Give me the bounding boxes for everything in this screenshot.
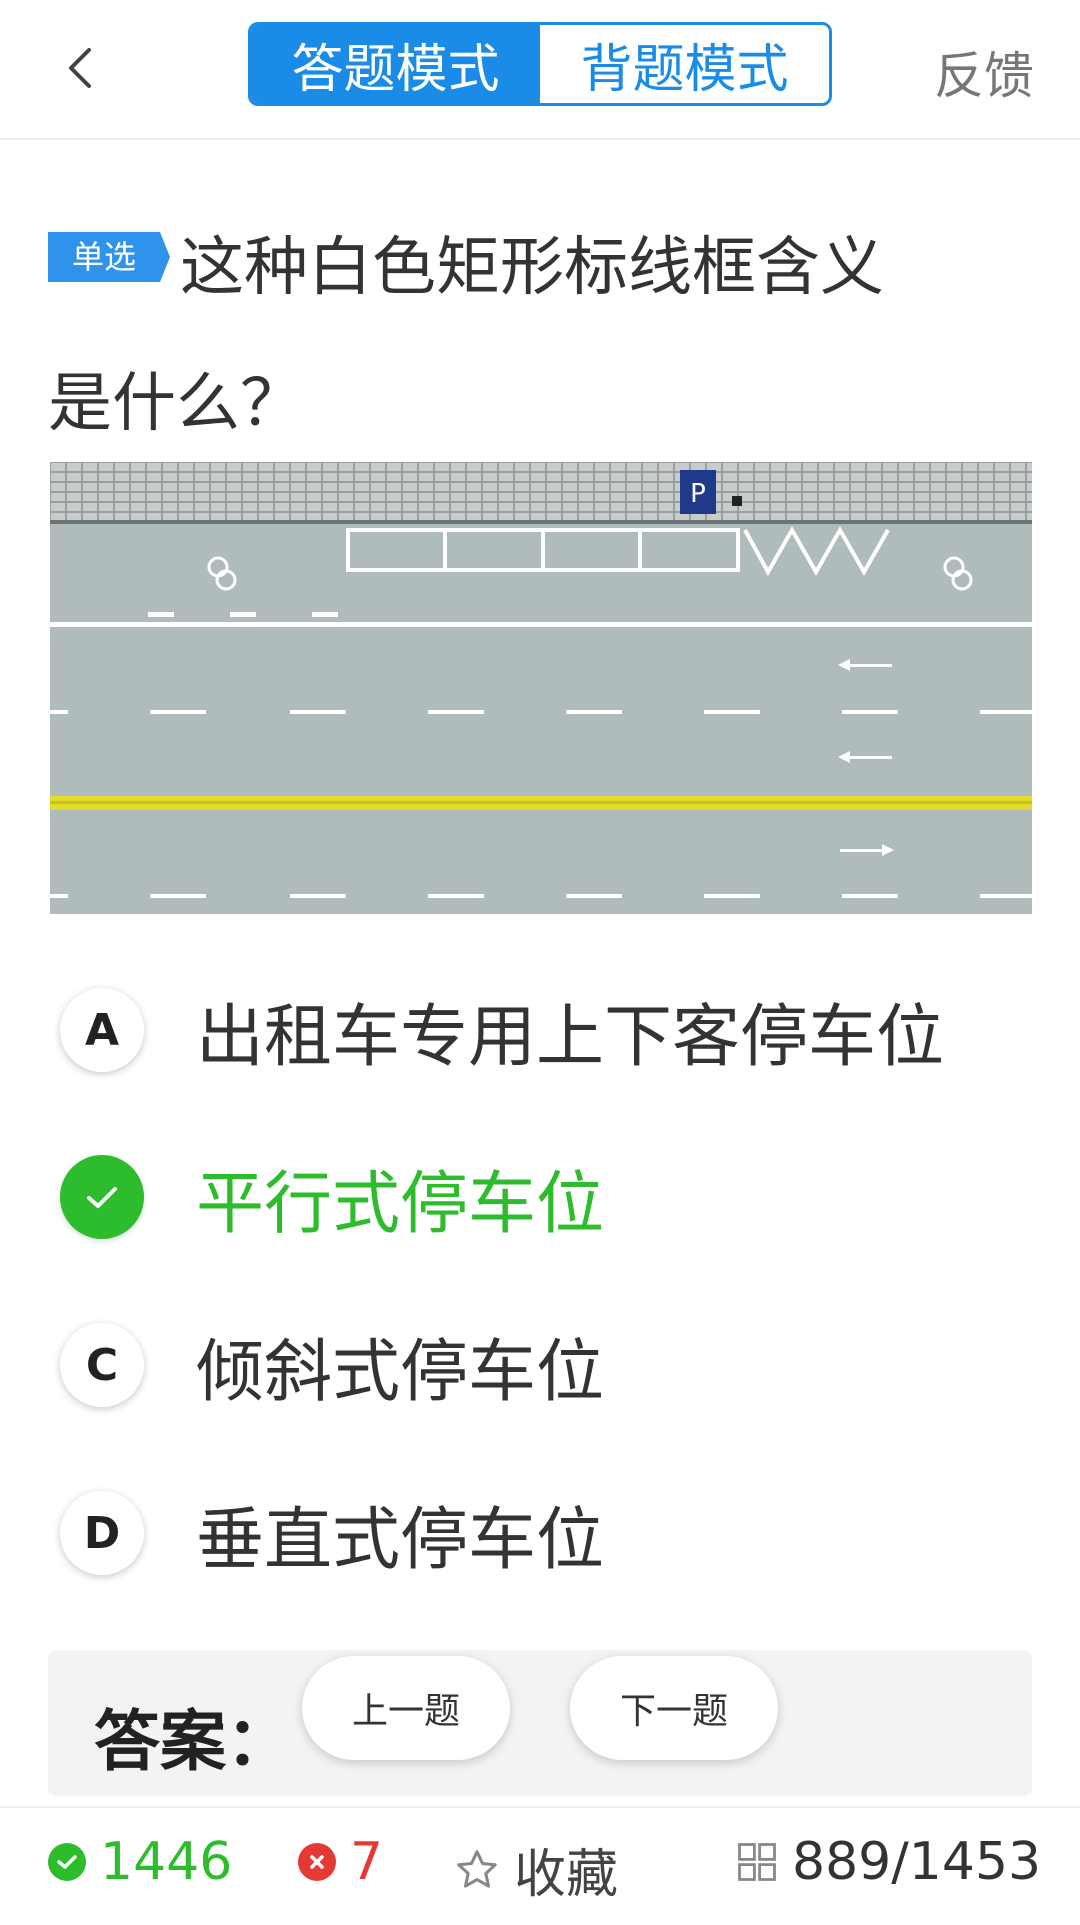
- x-circle-icon: [298, 1843, 336, 1881]
- question-progress[interactable]: 889/1453: [736, 1832, 1041, 1892]
- back-button[interactable]: [50, 38, 110, 98]
- svg-text:P: P: [690, 479, 706, 509]
- correct-check-icon: [60, 1155, 144, 1239]
- question-text: 单选 这种白色矩形标线框含义 是什么？: [48, 200, 1038, 472]
- option-d-text: 垂直式停车位: [196, 1500, 605, 1580]
- option-b[interactable]: 平行式停车位: [60, 1142, 1040, 1252]
- bottom-bar: 1446 7 收藏 889/1453: [0, 1806, 1080, 1925]
- correct-count[interactable]: 1446: [48, 1832, 232, 1892]
- option-c-text: 倾斜式停车位: [196, 1332, 605, 1412]
- option-a[interactable]: A 出租车专用上下客停车位: [60, 975, 1040, 1085]
- question-line-1: 这种白色矩形标线框含义: [180, 231, 884, 305]
- grid-icon: [738, 1843, 776, 1881]
- answer-label: 答案：: [94, 1703, 292, 1780]
- question-line-2: 是什么？: [48, 367, 304, 441]
- favorite-label: 收藏: [514, 1845, 619, 1905]
- feedback-button[interactable]: 反馈: [934, 36, 1034, 108]
- answer-panel: 答案：: [48, 1650, 1032, 1796]
- prev-question-button[interactable]: 上一题: [302, 1656, 510, 1760]
- question-type-badge: 单选: [48, 232, 170, 283]
- wrong-count-value: 7: [350, 1832, 384, 1892]
- chevron-left-icon: [69, 48, 91, 88]
- star-icon: [457, 1849, 497, 1888]
- tab-recite-mode[interactable]: 背题模式: [540, 25, 829, 103]
- road-marking-image: P: [50, 462, 1032, 914]
- option-d[interactable]: D 垂直式停车位: [60, 1478, 1040, 1588]
- tab-answer-mode[interactable]: 答题模式: [251, 25, 540, 103]
- top-bar: 答题模式 背题模式 反馈: [0, 0, 1080, 140]
- mode-switch: 答题模式 背题模式: [248, 22, 832, 106]
- correct-count-value: 1446: [100, 1832, 233, 1892]
- option-d-letter: D: [60, 1491, 144, 1575]
- option-b-text: 平行式停车位: [196, 1164, 605, 1244]
- option-c-letter: C: [60, 1323, 144, 1407]
- favorite-button[interactable]: 收藏: [454, 1832, 618, 1907]
- option-c[interactable]: C 倾斜式停车位: [60, 1310, 1040, 1420]
- wrong-count[interactable]: 7: [298, 1832, 383, 1892]
- next-question-button[interactable]: 下一题: [570, 1656, 778, 1760]
- option-a-text: 出租车专用上下客停车位: [196, 997, 945, 1077]
- option-a-letter: A: [60, 988, 144, 1072]
- progress-value: 889/1453: [792, 1832, 1042, 1892]
- check-circle-icon: [48, 1843, 86, 1881]
